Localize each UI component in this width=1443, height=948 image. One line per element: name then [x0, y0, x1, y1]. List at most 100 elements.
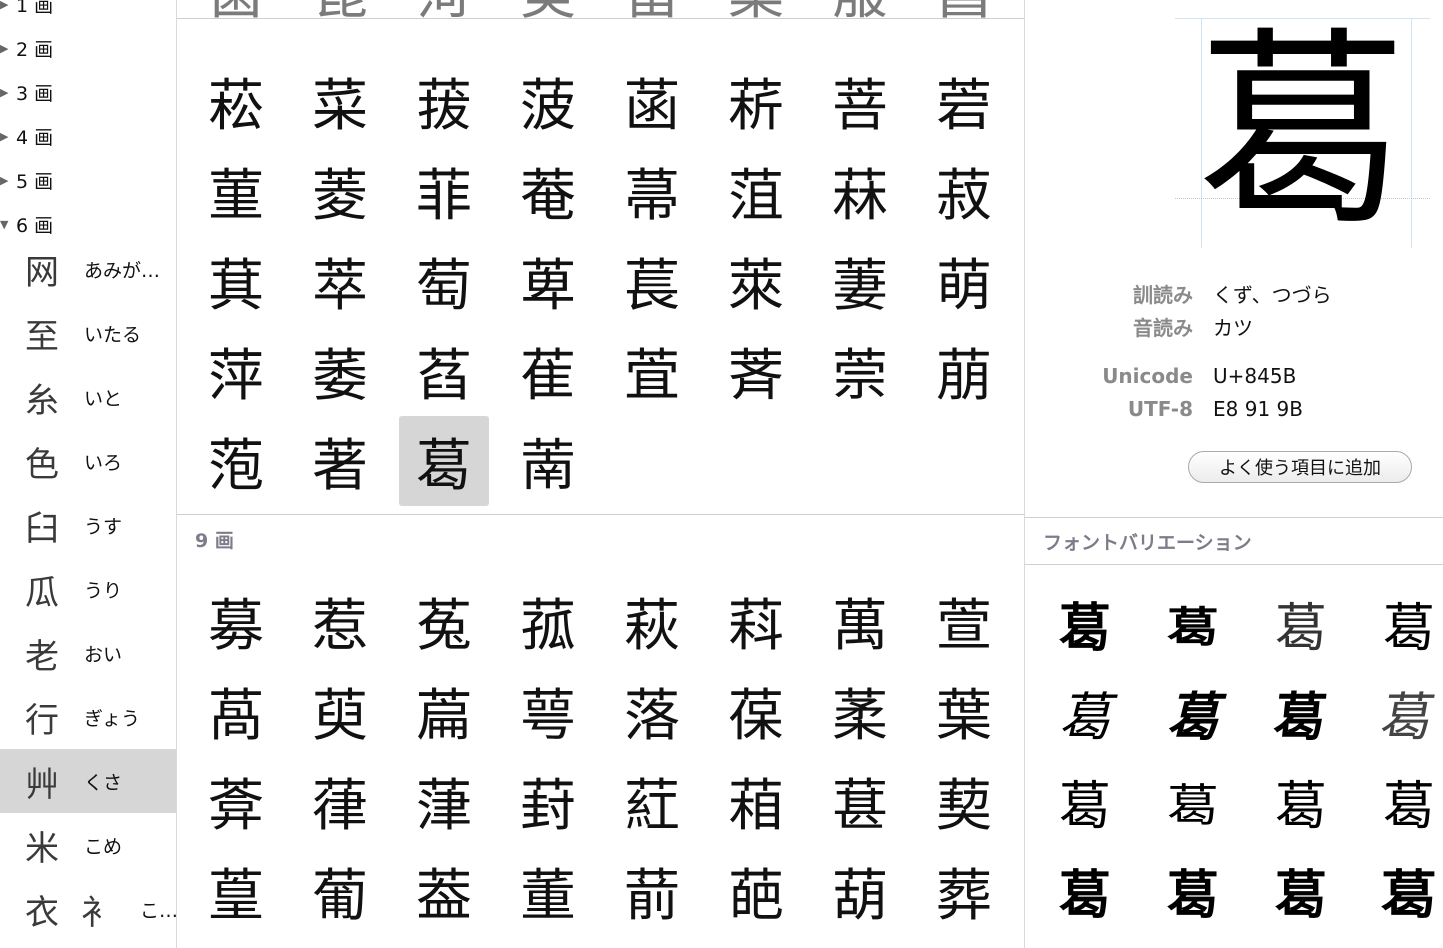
character-cell[interactable]: 萪	[711, 576, 801, 666]
font-variation-sample[interactable]: 葛	[1361, 758, 1443, 844]
character-cell[interactable]: 葬	[919, 846, 1009, 936]
character-cell[interactable]: 菩	[815, 56, 905, 146]
character-cell[interactable]: 萠	[919, 326, 1009, 416]
character-cell[interactable]: 葟	[191, 846, 281, 936]
character-cell[interactable]: 惹	[295, 576, 385, 666]
font-variation-sample[interactable]: 葛	[1253, 847, 1349, 933]
font-variation-sample[interactable]: 葛	[1037, 669, 1133, 755]
character-cell[interactable]: 萄	[399, 236, 489, 326]
character-cell[interactable]: 萕	[711, 326, 801, 416]
character-cell[interactable]: 菴	[503, 146, 593, 236]
font-variation-sample[interactable]: 葛	[1037, 580, 1133, 666]
character-cell[interactable]: 萸	[295, 666, 385, 756]
stroke-group-2[interactable]: ▶ 2 画	[0, 26, 176, 70]
character-cell[interactable]: 萋	[815, 236, 905, 326]
character-cell[interactable]: 萃	[295, 236, 385, 326]
add-to-favorites-button[interactable]: よく使う項目に追加	[1188, 451, 1412, 483]
character-cell[interactable]: 葑	[503, 756, 593, 846]
character-cell[interactable]: 萳	[503, 416, 593, 506]
character-cell[interactable]: 菱	[295, 146, 385, 236]
font-variation-sample[interactable]: 葛	[1361, 580, 1443, 666]
radical-item[interactable]: 至 いたる	[0, 301, 176, 365]
font-variation-sample[interactable]: 葛	[1037, 758, 1133, 844]
disclosure-closed-icon[interactable]: ▶	[0, 42, 16, 55]
character-cell[interactable]: 萹	[399, 666, 489, 756]
character-cell[interactable]: 萗	[815, 326, 905, 416]
radical-item[interactable]: 瓜 うり	[0, 557, 176, 621]
character-cell[interactable]: 萍	[191, 326, 281, 416]
stroke-group-4[interactable]: ▶ 4 画	[0, 114, 176, 158]
character-cell[interactable]: 菻	[815, 146, 905, 236]
character-cell[interactable]: 葏	[399, 756, 489, 846]
character-cell[interactable]: 葜	[919, 756, 1009, 846]
radical-item[interactable]: 糸 いと	[0, 365, 176, 429]
character-cell[interactable]: 萎	[295, 326, 385, 416]
character-cell[interactable]: 菑	[607, 0, 697, 18]
character-cell[interactable]: 萢	[191, 416, 281, 506]
character-cell[interactable]: 菎	[295, 0, 385, 18]
character-cell[interactable]: 葡	[295, 846, 385, 936]
disclosure-open-icon[interactable]: ▼	[0, 218, 16, 231]
character-cell[interactable]: 萓	[607, 326, 697, 416]
character-cell[interactable]: 萌	[919, 236, 1009, 326]
character-cell[interactable]: 葎	[295, 756, 385, 846]
character-cell[interactable]: 菏	[399, 0, 489, 18]
character-cell[interactable]: 葊	[191, 756, 281, 846]
character-cell[interactable]: 募	[191, 576, 281, 666]
character-cell[interactable]: 萵	[191, 666, 281, 756]
font-variation-sample[interactable]: 葛	[1253, 758, 1349, 844]
character-cell[interactable]: 菟	[399, 576, 489, 666]
character-cell[interactable]: 萊	[711, 236, 801, 326]
font-variation-sample[interactable]: 葛	[1357, 847, 1443, 933]
disclosure-closed-icon[interactable]: ▶	[0, 130, 16, 143]
character-cell[interactable]: 落	[607, 666, 697, 756]
character-cell[interactable]: 萼	[503, 666, 593, 756]
character-cell[interactable]: 萬	[815, 576, 905, 666]
character-cell[interactable]: 菜	[295, 56, 385, 146]
character-cell[interactable]: 葚	[815, 756, 905, 846]
character-cell[interactable]: 葙	[711, 756, 801, 846]
stroke-group-1[interactable]: ▶ 1 画	[0, 0, 176, 26]
character-cell[interactable]: 葒	[607, 756, 697, 846]
character-cell[interactable]: 菥	[711, 56, 801, 146]
character-cell[interactable]: 菽	[919, 146, 1009, 236]
radical-item[interactable]: 行 ぎょう	[0, 685, 176, 749]
character-cell[interactable]: 菫	[191, 146, 281, 236]
font-variation-sample[interactable]: 葛	[1145, 589, 1241, 658]
radical-item[interactable]: 衣衤 こ…	[0, 877, 176, 941]
stroke-group-3[interactable]: ▶ 3 画	[0, 70, 176, 114]
radical-item[interactable]: 米 こめ	[0, 813, 176, 877]
disclosure-closed-icon[interactable]: ▶	[0, 86, 16, 99]
character-cell[interactable]: 董	[503, 846, 593, 936]
radical-item[interactable]: 色 いろ	[0, 429, 176, 493]
character-cell[interactable]: 萱	[919, 576, 1009, 666]
character-cell[interactable]: 萇	[607, 236, 697, 326]
character-cell[interactable]: 萆	[503, 236, 593, 326]
character-cell[interactable]: 萸	[503, 0, 593, 18]
character-cell[interactable]: 菠	[503, 56, 593, 146]
character-cell[interactable]: 菌	[191, 0, 281, 18]
character-cell[interactable]: 菰	[503, 576, 593, 666]
character-cell[interactable]: 萁	[191, 236, 281, 326]
font-variation-sample[interactable]: 葛	[1145, 847, 1241, 933]
stroke-group-5[interactable]: ▶ 5 画	[0, 158, 176, 202]
font-variation-sample[interactable]: 葛	[1145, 669, 1241, 755]
character-cell[interactable]: 葥	[607, 846, 697, 936]
disclosure-closed-icon[interactable]: ▶	[0, 174, 16, 187]
character-cell[interactable]: 葩	[711, 846, 801, 936]
font-variation-sample[interactable]: 葛	[1145, 764, 1241, 837]
character-cell[interactable]: 菡	[607, 56, 697, 146]
character-cell[interactable]: 葛	[399, 416, 489, 506]
character-cell[interactable]: 菝	[399, 56, 489, 146]
radical-item[interactable]: 老 おい	[0, 621, 176, 685]
character-cell[interactable]: 菖	[919, 0, 1009, 18]
disclosure-closed-icon[interactable]: ▶	[0, 0, 16, 11]
character-cell[interactable]: 菹	[711, 146, 801, 236]
character-cell[interactable]: 萑	[503, 326, 593, 416]
radical-item[interactable]: 臼 うす	[0, 493, 176, 557]
character-cell[interactable]: 萩	[607, 576, 697, 666]
font-variation-sample[interactable]: 葛	[1037, 847, 1133, 933]
character-cell[interactable]: 菓	[711, 0, 801, 18]
font-variation-sample[interactable]: 葛	[1253, 580, 1349, 666]
font-variation-sample[interactable]: 葛	[1248, 669, 1353, 755]
